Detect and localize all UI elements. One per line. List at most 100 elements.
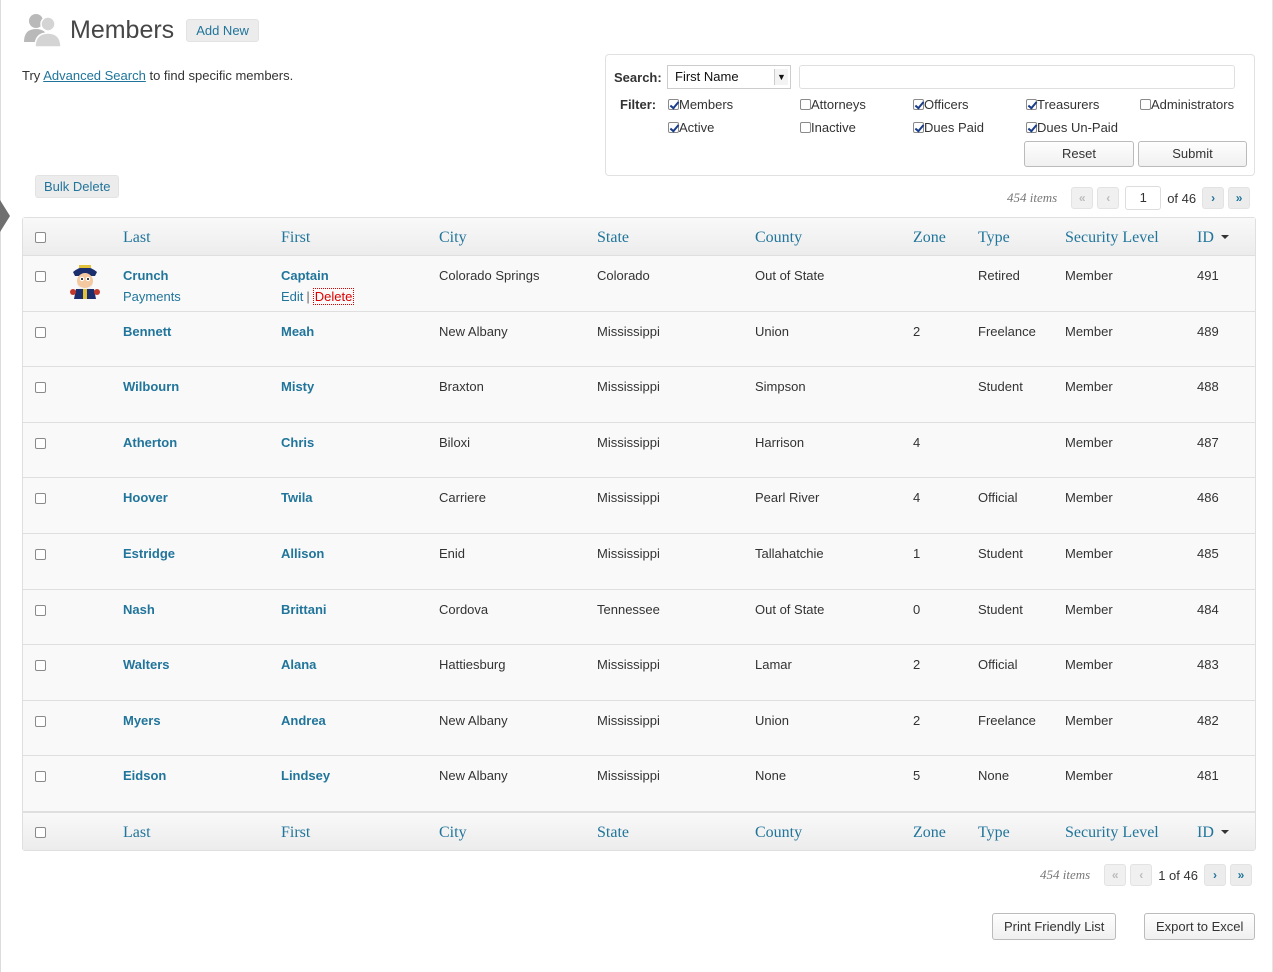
cell-last[interactable]: Atherton bbox=[123, 435, 177, 450]
edit-link[interactable]: Edit bbox=[281, 289, 303, 304]
col-id-footer[interactable]: ID bbox=[1197, 824, 1229, 842]
filter-officers[interactable]: Officers bbox=[913, 97, 969, 112]
row-checkbox[interactable] bbox=[35, 715, 46, 727]
cell-first[interactable]: Andrea bbox=[281, 713, 326, 728]
row-checkbox[interactable] bbox=[35, 660, 46, 672]
collapse-menu-arrow-icon[interactable] bbox=[0, 200, 10, 232]
delete-link[interactable]: Delete bbox=[312, 288, 355, 305]
cell-first[interactable]: Misty bbox=[281, 379, 314, 394]
cell-last[interactable]: Myers bbox=[123, 713, 161, 728]
filter-dues-unpaid[interactable]: Dues Un-Paid bbox=[1026, 120, 1118, 135]
current-page-input[interactable]: 1 bbox=[1125, 186, 1162, 210]
col-county-footer[interactable]: County bbox=[755, 824, 802, 842]
col-city-footer[interactable]: City bbox=[439, 824, 467, 842]
col-county[interactable]: County bbox=[755, 229, 802, 247]
filter-dues-paid[interactable]: Dues Paid bbox=[913, 120, 984, 135]
cell-first[interactable]: Chris bbox=[281, 435, 314, 450]
row-checkbox[interactable] bbox=[35, 326, 46, 338]
row-checkbox[interactable] bbox=[35, 493, 46, 505]
add-new-button[interactable]: Add New bbox=[186, 18, 259, 42]
col-zone[interactable]: Zone bbox=[913, 229, 946, 247]
col-last[interactable]: Last bbox=[123, 229, 151, 247]
col-first[interactable]: First bbox=[281, 229, 310, 247]
filter-treasurers-checkbox[interactable] bbox=[1026, 99, 1037, 110]
cell-city: Hattiesburg bbox=[439, 657, 506, 673]
filter-administrators[interactable]: Administrators bbox=[1140, 97, 1234, 112]
advanced-search-link[interactable]: Advanced Search bbox=[43, 68, 146, 83]
col-state[interactable]: State bbox=[597, 229, 629, 247]
first-page-button[interactable]: « bbox=[1071, 187, 1094, 209]
cell-city: Enid bbox=[439, 546, 466, 561]
submit-button[interactable]: Submit bbox=[1138, 141, 1247, 167]
cell-state: Mississippi bbox=[597, 323, 660, 339]
table-row: Nash Brittani Cordova Tennessee Out of State… bbox=[23, 589, 1255, 646]
filter-attorneys-checkbox[interactable] bbox=[800, 99, 811, 110]
cell-last[interactable]: Eidson bbox=[123, 768, 166, 783]
col-id[interactable]: ID bbox=[1197, 229, 1229, 247]
row-checkbox[interactable] bbox=[35, 271, 46, 282]
col-zone-footer[interactable]: Zone bbox=[913, 824, 946, 842]
last-page-button-bottom[interactable]: » bbox=[1229, 864, 1252, 886]
cell-first[interactable]: Twila bbox=[281, 490, 313, 505]
cell-last[interactable]: Walters bbox=[123, 657, 169, 672]
filter-active-checkbox[interactable] bbox=[668, 122, 679, 133]
cell-first[interactable]: Captain bbox=[281, 268, 329, 283]
col-type[interactable]: Type bbox=[978, 229, 1010, 247]
prev-page-button[interactable]: ‹ bbox=[1097, 187, 1120, 209]
export-to-excel-button[interactable]: Export to Excel bbox=[1144, 913, 1256, 940]
payments-link[interactable]: Payments bbox=[123, 289, 181, 304]
last-page-button[interactable]: » bbox=[1228, 187, 1251, 209]
cell-city: New Albany bbox=[439, 768, 508, 784]
row-checkbox[interactable] bbox=[35, 437, 46, 449]
row-checkbox[interactable] bbox=[35, 604, 46, 616]
first-page-button-bottom[interactable]: « bbox=[1104, 864, 1127, 886]
filter-administrators-checkbox[interactable] bbox=[1140, 99, 1151, 110]
filter-inactive[interactable]: Inactive bbox=[800, 120, 856, 135]
search-input[interactable] bbox=[799, 65, 1235, 89]
col-type-footer[interactable]: Type bbox=[978, 824, 1010, 842]
filter-attorneys[interactable]: Attorneys bbox=[800, 97, 866, 112]
cell-first[interactable]: Alana bbox=[281, 657, 316, 672]
col-city[interactable]: City bbox=[439, 229, 467, 247]
next-page-button[interactable]: › bbox=[1202, 187, 1225, 209]
filter-active[interactable]: Active bbox=[668, 120, 714, 135]
filter-dues-paid-checkbox[interactable] bbox=[913, 122, 924, 133]
cell-last[interactable]: Wilbourn bbox=[123, 379, 179, 394]
row-checkbox[interactable] bbox=[35, 382, 46, 394]
cell-first[interactable]: Brittani bbox=[281, 602, 327, 617]
filter-officers-checkbox[interactable] bbox=[913, 99, 924, 110]
cell-last[interactable]: Hoover bbox=[123, 490, 168, 505]
cell-first[interactable]: Meah bbox=[281, 324, 314, 339]
row-checkbox[interactable] bbox=[35, 771, 46, 783]
row-checkbox[interactable] bbox=[35, 549, 46, 560]
filter-dues-unpaid-checkbox[interactable] bbox=[1026, 122, 1037, 133]
cell-id: 487 bbox=[1197, 434, 1219, 450]
print-friendly-list-button[interactable]: Print Friendly List bbox=[992, 913, 1117, 940]
col-last-footer[interactable]: Last bbox=[123, 824, 151, 842]
filter-active-label: Active bbox=[679, 120, 715, 135]
filter-members[interactable]: Members bbox=[668, 97, 733, 112]
cell-type: Freelance bbox=[978, 712, 1036, 728]
cell-last[interactable]: Nash bbox=[123, 602, 155, 617]
filter-members-checkbox[interactable] bbox=[668, 99, 679, 110]
cell-last[interactable]: Crunch bbox=[123, 268, 169, 283]
next-page-button-bottom[interactable]: › bbox=[1203, 864, 1226, 886]
filter-label: Filter: bbox=[620, 97, 657, 112]
cell-last[interactable]: Estridge bbox=[123, 546, 175, 561]
filter-inactive-checkbox[interactable] bbox=[800, 122, 811, 133]
bulk-delete-button[interactable]: Bulk Delete bbox=[35, 175, 120, 198]
col-security-level-footer[interactable]: Security Level bbox=[1065, 824, 1159, 842]
select-all-checkbox-footer[interactable] bbox=[35, 827, 46, 838]
cell-first[interactable]: Lindsey bbox=[281, 768, 330, 783]
cell-security-level: Member bbox=[1065, 768, 1113, 784]
filter-treasurers[interactable]: Treasurers bbox=[1026, 97, 1099, 112]
select-all-checkbox[interactable] bbox=[35, 232, 46, 243]
col-first-footer[interactable]: First bbox=[281, 824, 310, 842]
reset-button[interactable]: Reset bbox=[1024, 141, 1134, 167]
col-state-footer[interactable]: State bbox=[597, 824, 629, 842]
search-field-select[interactable]: First Name ▼ bbox=[667, 65, 791, 89]
cell-last[interactable]: Bennett bbox=[123, 324, 171, 339]
col-security-level[interactable]: Security Level bbox=[1065, 229, 1159, 247]
cell-first[interactable]: Allison bbox=[281, 546, 324, 561]
prev-page-button-bottom[interactable]: ‹ bbox=[1130, 864, 1153, 886]
